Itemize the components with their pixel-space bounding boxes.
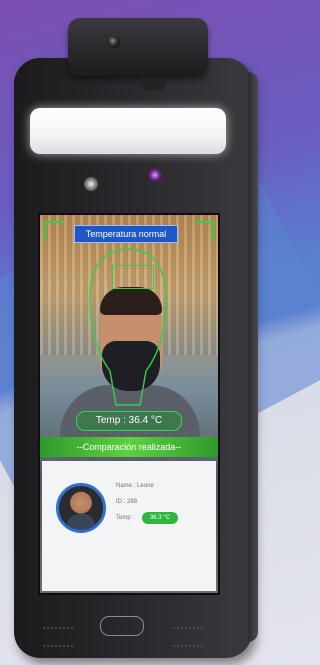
display-screen: Temperatura normal Temp : 36.4 °C --Comp…	[38, 213, 220, 595]
name-label: Name	[116, 483, 133, 489]
frame-corner-top-right	[194, 221, 214, 241]
brand-logo-icon	[100, 616, 144, 636]
temp-label: Temp	[116, 515, 131, 521]
speaker-grille-icon	[42, 617, 76, 647]
camera-lens-icon	[108, 36, 120, 48]
forehead-measure-box	[112, 265, 154, 289]
id-value: 288	[127, 499, 138, 505]
frame-corner-top-left	[44, 221, 64, 241]
ir-sensor-icon	[84, 177, 98, 191]
rgb-sensor-icon	[148, 168, 162, 182]
temperature-reading: Temp : 36.4 °C	[76, 411, 182, 431]
camera-module	[68, 18, 208, 90]
id-label: ID	[116, 499, 122, 505]
status-title: Temperatura normal	[74, 225, 178, 243]
temp-field: Temp :	[116, 515, 135, 521]
speaker-grille-icon	[172, 617, 206, 647]
comparison-banner: --Comparación realizada--	[40, 437, 218, 457]
name-value: Leone	[137, 483, 154, 489]
avatar	[56, 483, 106, 533]
temp-badge: 36.3 °C	[142, 512, 178, 524]
fill-light-bar	[30, 108, 226, 154]
id-field: ID : 288	[116, 499, 138, 505]
match-card: Name : Leone ID : 288 Temp : 36.3 °C	[42, 461, 216, 591]
device-edge	[248, 72, 258, 642]
camera-mount	[140, 78, 166, 90]
name-field: Name : Leone	[116, 483, 154, 489]
